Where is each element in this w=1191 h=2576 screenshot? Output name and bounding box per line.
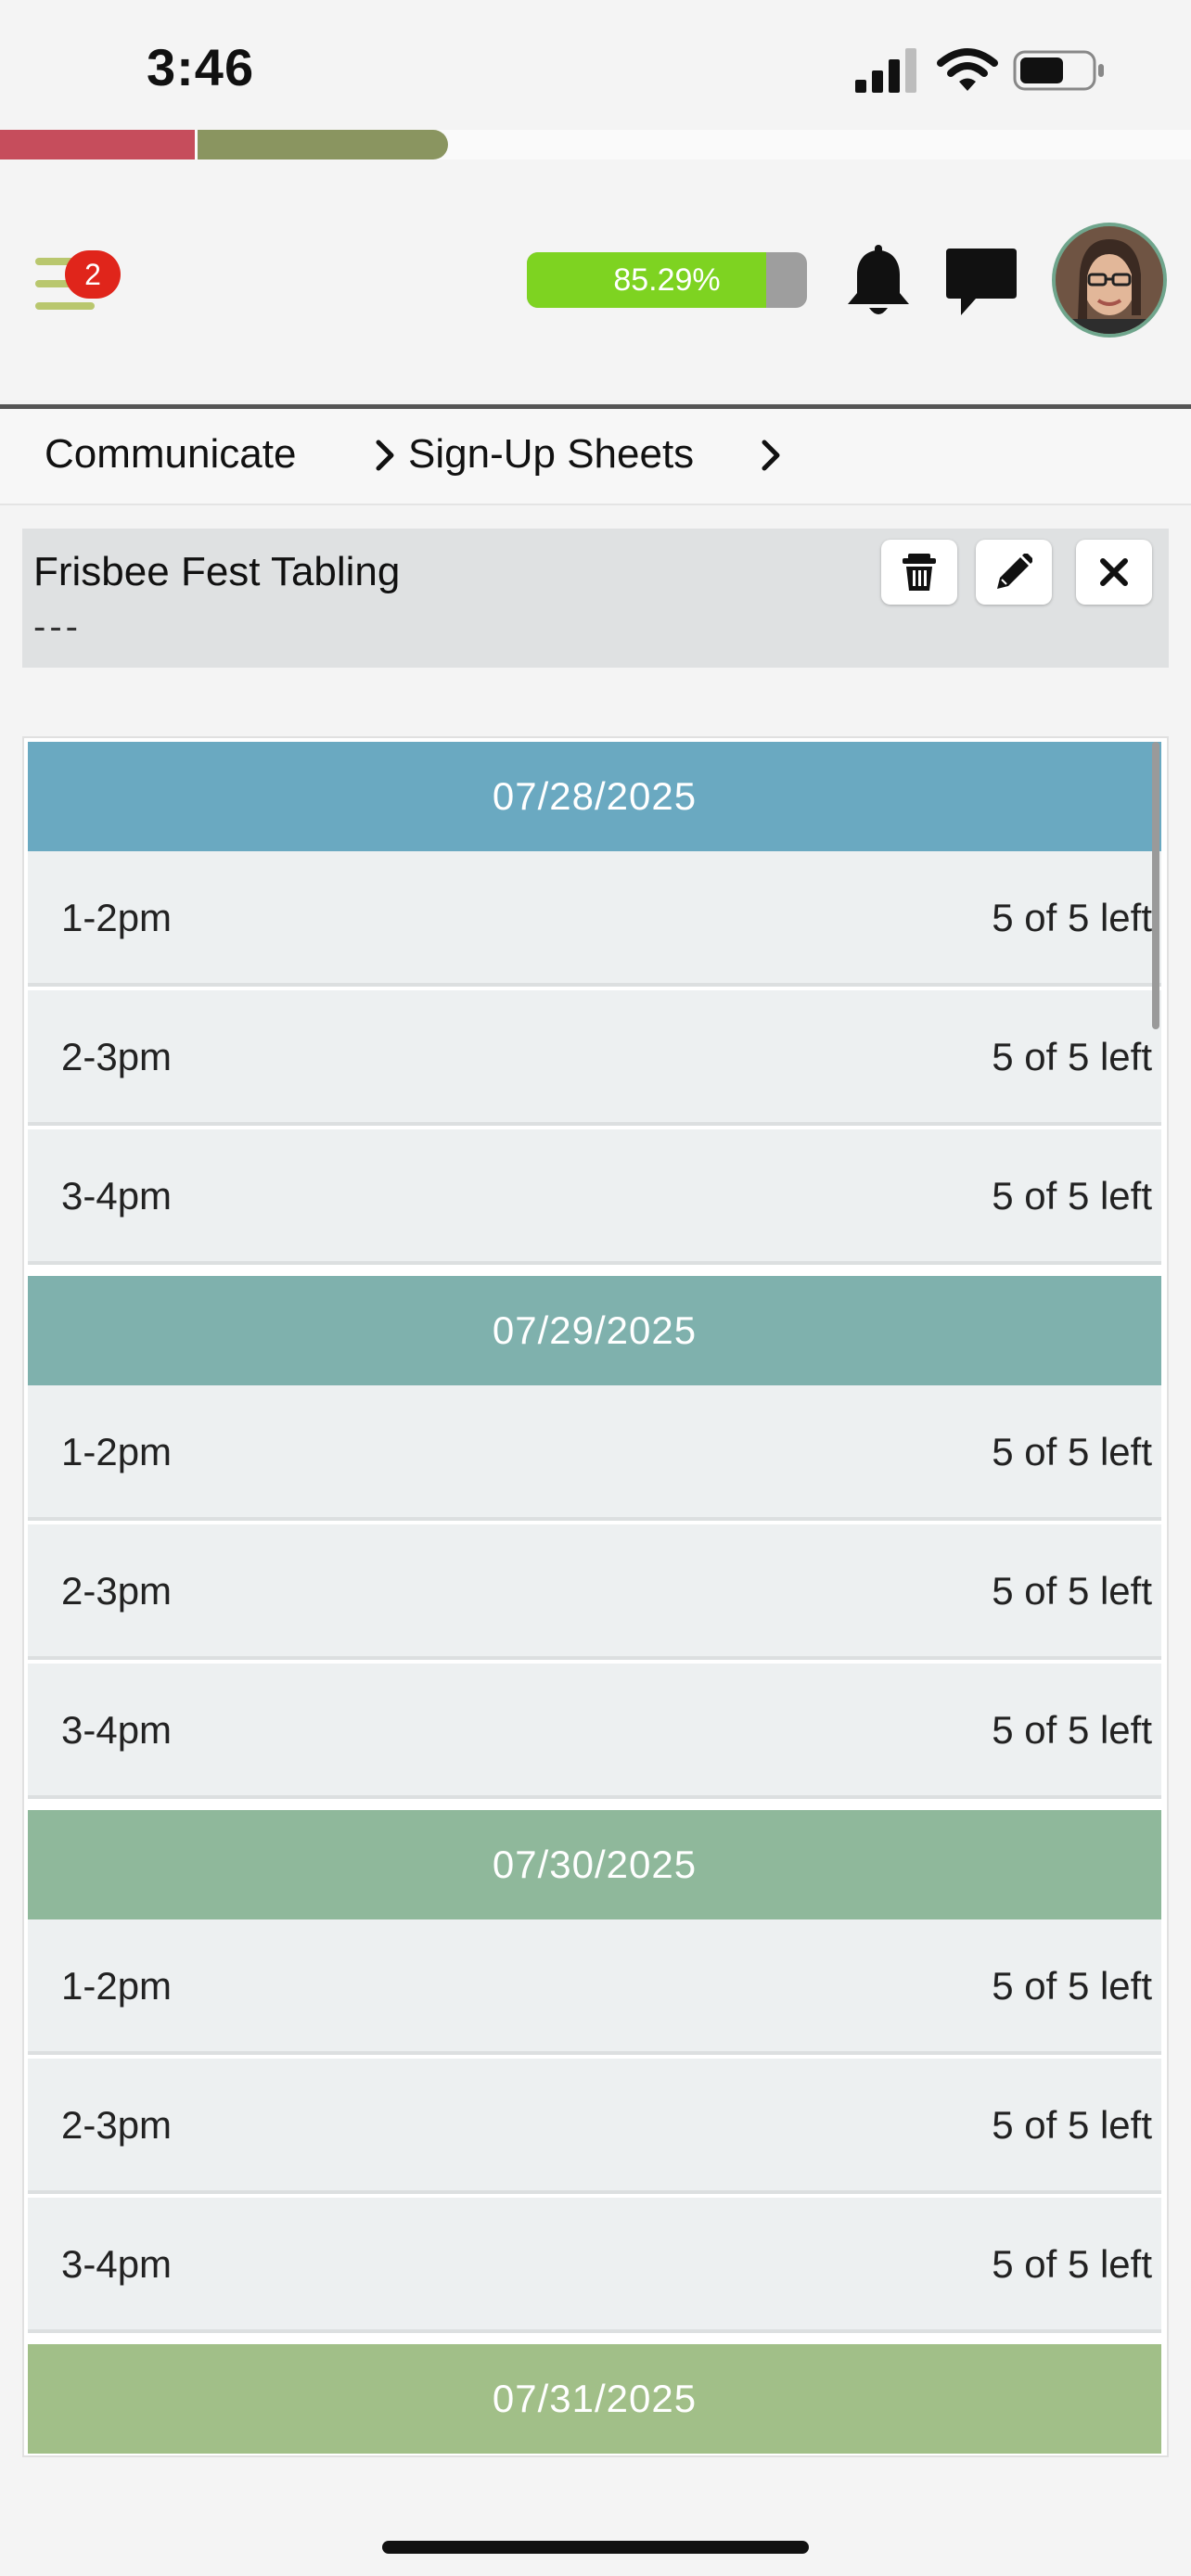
progress-strip (0, 130, 1191, 159)
user-avatar[interactable] (1052, 223, 1167, 338)
progress-strip-green-segment (198, 130, 448, 159)
breadcrumb-item-communicate[interactable]: Communicate (45, 431, 296, 478)
slot-availability: 5 of 5 left (992, 1174, 1152, 1218)
slot-availability: 5 of 5 left (992, 1964, 1152, 2008)
slot-time: 2-3pm (61, 1035, 173, 1078)
slot-availability: 5 of 5 left (992, 2103, 1152, 2147)
cellular-signal-icon (855, 48, 916, 93)
chat-icon[interactable] (944, 245, 1018, 319)
slot-availability: 5 of 5 left (992, 896, 1152, 939)
breadcrumb-item-sign-up-sheets[interactable]: Sign-Up Sheets (408, 431, 694, 478)
date-header: 07/31/2025 (28, 2344, 1161, 2454)
slot-availability: 5 of 5 left (992, 1569, 1152, 1613)
slot-row[interactable]: 3-4pm 5 of 5 left (28, 1129, 1161, 1265)
slot-row[interactable]: 1-2pm 5 of 5 left (28, 1919, 1161, 2055)
sheet-title-panel: Frisbee Fest Tabling --- (22, 529, 1169, 668)
slot-time: 2-3pm (61, 1569, 173, 1613)
slot-time: 2-3pm (61, 2103, 173, 2147)
status-time: 3:46 (147, 38, 255, 96)
wifi-icon (937, 48, 998, 91)
bell-icon[interactable] (844, 245, 913, 321)
slot-row[interactable]: 2-3pm 5 of 5 left (28, 990, 1161, 1126)
date-header: 07/29/2025 (28, 1276, 1161, 1385)
sheet-subtitle: --- (33, 606, 82, 647)
slot-row[interactable]: 3-4pm 5 of 5 left (28, 2198, 1161, 2333)
slot-row[interactable]: 2-3pm 5 of 5 left (28, 1524, 1161, 1660)
status-bar: 3:46 (0, 0, 1191, 130)
pencil-icon (997, 554, 1032, 589)
sheet-title: Frisbee Fest Tabling (33, 549, 401, 594)
close-icon (1100, 558, 1128, 586)
progress-strip-red-segment (0, 130, 195, 159)
notification-count-badge: 2 (65, 250, 121, 299)
close-button[interactable] (1076, 540, 1152, 605)
slot-availability: 5 of 5 left (992, 2242, 1152, 2286)
signup-slot-list[interactable]: 07/28/2025 1-2pm 5 of 5 left 2-3pm 5 of … (22, 736, 1169, 2457)
menu-line (35, 302, 95, 310)
slot-availability: 5 of 5 left (992, 1035, 1152, 1078)
slot-availability: 5 of 5 left (992, 1430, 1152, 1473)
date-header: 07/28/2025 (28, 742, 1161, 851)
avatar-photo (1056, 226, 1163, 334)
slot-time: 3-4pm (61, 2242, 173, 2286)
slot-time: 1-2pm (61, 896, 173, 939)
date-header: 07/30/2025 (28, 1810, 1161, 1919)
bottom-safe-area (0, 2457, 1191, 2576)
slot-time: 1-2pm (61, 1964, 173, 2008)
list-scrollbar[interactable] (1152, 742, 1159, 1029)
slot-row[interactable]: 2-3pm 5 of 5 left (28, 2059, 1161, 2194)
slot-row[interactable]: 3-4pm 5 of 5 left (28, 1664, 1161, 1799)
slot-time: 1-2pm (61, 1430, 173, 1473)
home-indicator[interactable] (382, 2541, 809, 2554)
slot-row[interactable]: 1-2pm 5 of 5 left (28, 1385, 1161, 1521)
slot-time: 3-4pm (61, 1174, 173, 1218)
chevron-right-icon (376, 440, 394, 471)
completion-progress-bar: 85.29% (527, 252, 807, 308)
slot-availability: 5 of 5 left (992, 1708, 1152, 1752)
edit-button[interactable] (976, 540, 1052, 605)
delete-button[interactable] (881, 540, 957, 605)
breadcrumb: Communicate Sign-Up Sheets (0, 409, 1191, 505)
slot-row[interactable]: 1-2pm 5 of 5 left (28, 851, 1161, 987)
trash-icon (903, 554, 936, 591)
chevron-right-icon[interactable] (757, 437, 785, 474)
completion-progress-text: 85.29% (613, 262, 721, 298)
battery-icon (1013, 50, 1104, 91)
slot-time: 3-4pm (61, 1708, 173, 1752)
app-header: 2 85.29% (0, 159, 1191, 409)
